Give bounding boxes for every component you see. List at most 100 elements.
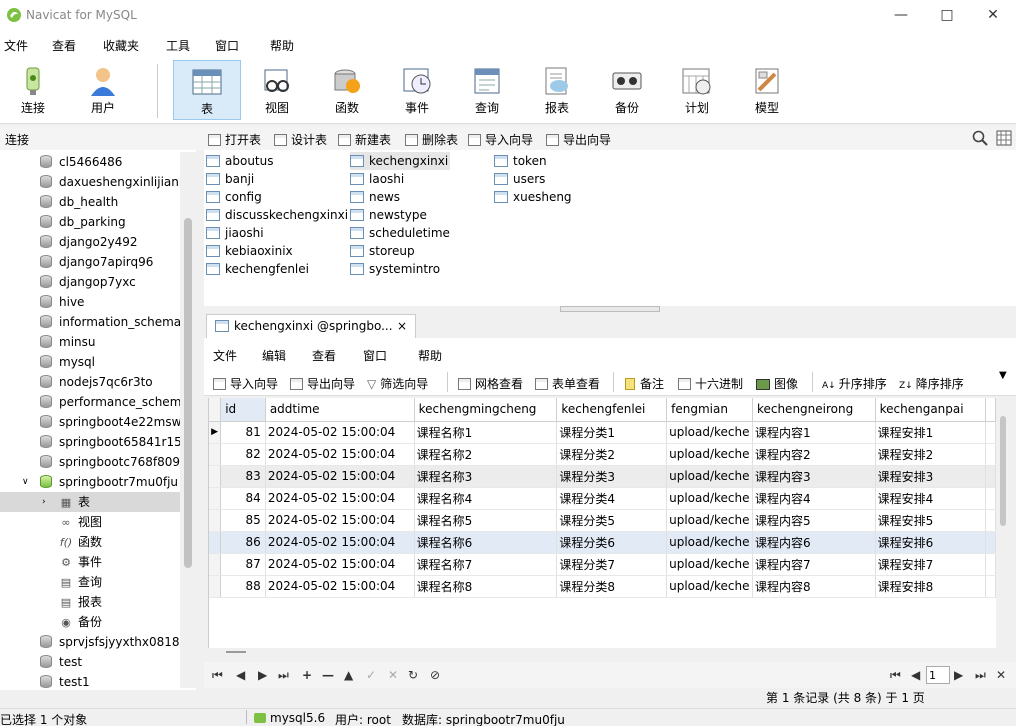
cell-kechengneirong[interactable]: 课程内容3 <box>752 465 876 488</box>
row-indicator[interactable] <box>209 465 222 488</box>
toolbar-table-button[interactable]: 表 <box>173 60 241 120</box>
cell-id[interactable]: 88 <box>220 575 266 598</box>
cell-addtime[interactable]: 2024-05-02 15:00:04 <box>265 443 415 466</box>
tree-database-item[interactable]: springboot4e22msw <box>40 412 196 432</box>
cell-addtime[interactable]: 2024-05-02 15:00:04 <box>265 553 415 576</box>
image-button[interactable]: 图像 <box>756 375 798 392</box>
row-indicator[interactable] <box>209 531 222 554</box>
cell-kechengneirong[interactable]: 课程内容7 <box>752 553 876 576</box>
toolbar-overflow-icon[interactable]: ▼ <box>999 370 1007 381</box>
last-page-icon[interactable]: ⏭ <box>975 668 986 683</box>
tree-database-item[interactable]: information_schema <box>40 312 196 332</box>
cell-fengmian[interactable]: upload/keche <box>666 487 753 510</box>
form-view-button[interactable]: 表单查看 <box>535 375 600 392</box>
tree-database-item[interactable]: springboot65841r15 <box>40 432 196 452</box>
tree-child-backup[interactable]: ◉ 备份 <box>58 612 196 632</box>
row-indicator[interactable] <box>209 443 222 466</box>
table-object-item[interactable]: newstype <box>350 206 450 224</box>
grid-import-button[interactable]: 导入向导 <box>213 375 278 392</box>
cell-kechenganpai[interactable]: 课程安排7 <box>875 553 987 576</box>
cell-kechengneirong[interactable]: 课程内容4 <box>752 487 876 510</box>
cell-fengmian[interactable]: upload/keche <box>666 443 753 466</box>
cell-addtime[interactable]: 2024-05-02 15:00:04 <box>265 531 415 554</box>
cell-kechengfenlei[interactable]: 课程分类5 <box>556 509 668 532</box>
cell-id[interactable]: 82 <box>220 443 266 466</box>
table-object-item[interactable]: kebiaoxinix <box>206 242 348 260</box>
column-header-kechengmingcheng[interactable]: kechengmingcheng <box>414 398 558 422</box>
cell-kechengmingcheng[interactable]: 课程名称1 <box>414 421 558 444</box>
toolbar-backup-button[interactable]: 备份 <box>595 60 659 120</box>
cell-kechengmingcheng[interactable]: 课程名称4 <box>414 487 558 510</box>
tree-database-item[interactable]: minsu <box>40 332 196 352</box>
delete-table-button[interactable]: 删除表 <box>405 131 458 148</box>
tree-database-item[interactable]: cl5466486 <box>40 152 196 172</box>
cell-kechengneirong[interactable]: 课程内容1 <box>752 421 876 444</box>
table-object-item[interactable]: kechengxinxi <box>350 152 450 170</box>
grid-export-button[interactable]: 导出向导 <box>290 375 355 392</box>
cell-overflow[interactable] <box>985 575 996 598</box>
cell-fengmian[interactable]: upload/keche <box>666 531 753 554</box>
row-indicator[interactable] <box>209 487 222 510</box>
export-wizard-button[interactable]: 导出向导 <box>546 131 611 148</box>
cell-overflow[interactable] <box>985 487 996 510</box>
cell-kechengmingcheng[interactable]: 课程名称3 <box>414 465 558 488</box>
sort-desc-button[interactable]: Z↓ 降序排序 <box>899 375 964 392</box>
grid-view-button[interactable]: 网格查看 <box>458 375 523 392</box>
cell-kechengmingcheng[interactable]: 课程名称2 <box>414 443 558 466</box>
toolbar-query-button[interactable]: 查询 <box>455 60 519 120</box>
row-indicator[interactable] <box>209 575 222 598</box>
cell-kechengmingcheng[interactable]: 课程名称8 <box>414 575 558 598</box>
tree-database-item[interactable]: springbootc768f809 <box>40 452 196 472</box>
cell-addtime[interactable]: 2024-05-02 15:00:04 <box>265 421 415 444</box>
page-number-input[interactable] <box>926 666 950 684</box>
new-table-button[interactable]: 新建表 <box>338 131 391 148</box>
refresh-icon[interactable]: ↻ <box>408 668 418 682</box>
cell-kechenganpai[interactable]: 课程安排4 <box>875 487 987 510</box>
maximize-button[interactable]: □ <box>924 0 970 30</box>
toolbar-function-button[interactable]: 函数 <box>315 60 379 120</box>
menu-help[interactable]: 帮助 <box>270 37 294 54</box>
table-object-item[interactable]: storeup <box>350 242 450 260</box>
cell-overflow[interactable] <box>985 421 996 444</box>
stop-icon[interactable]: ⊘ <box>430 668 440 682</box>
tree-scrollbar-thumb[interactable] <box>184 218 192 568</box>
cell-fengmian[interactable]: upload/keche <box>666 509 753 532</box>
cell-fengmian[interactable]: upload/keche <box>666 421 753 444</box>
toolbar-user-button[interactable]: 用户 <box>71 60 135 120</box>
cell-kechengfenlei[interactable]: 课程分类1 <box>556 421 668 444</box>
table-object-item[interactable]: config <box>206 188 348 206</box>
menu-tools[interactable]: 工具 <box>166 37 190 54</box>
toolbar-event-button[interactable]: 事件 <box>385 60 449 120</box>
tree-child-table[interactable]: › ▦ 表 <box>0 492 196 512</box>
tree-child-report[interactable]: ▤ 报表 <box>58 592 196 612</box>
cell-kechengneirong[interactable]: 课程内容8 <box>752 575 876 598</box>
column-header-overflow[interactable] <box>985 398 996 422</box>
table-row[interactable]: ▶ 81 2024-05-02 15:00:04 课程名称1 课程分类1 upload/k… <box>209 421 996 444</box>
table-row[interactable]: 85 2024-05-02 15:00:04 课程名称5 课程分类5 upload/ke… <box>209 509 996 532</box>
menu-file[interactable]: 文件 <box>4 37 28 54</box>
cell-fengmian[interactable]: upload/keche <box>666 575 753 598</box>
cell-kechenganpai[interactable]: 课程安排8 <box>875 575 987 598</box>
open-table-button[interactable]: 打开表 <box>208 131 261 148</box>
grid-horizontal-scrollbar[interactable] <box>208 648 996 660</box>
column-header-kechengfenlei[interactable]: kechengfenlei <box>556 398 668 422</box>
table-row[interactable]: 88 2024-05-02 15:00:04 课程名称8 课程分类8 upload/ke… <box>209 575 996 598</box>
cell-kechengfenlei[interactable]: 课程分类3 <box>556 465 668 488</box>
prev-record-icon[interactable]: ◀ <box>236 668 245 682</box>
cell-overflow[interactable] <box>985 509 996 532</box>
table-row[interactable]: 86 2024-05-02 15:00:04 课程名称6 课程分类6 upload/ke… <box>209 531 996 554</box>
cell-kechenganpai[interactable]: 课程安排3 <box>875 465 987 488</box>
table-object-item[interactable]: aboutus <box>206 152 348 170</box>
cell-kechenganpai[interactable]: 课程安排1 <box>875 421 987 444</box>
cell-overflow[interactable] <box>985 531 996 554</box>
table-row[interactable]: 82 2024-05-02 15:00:04 课程名称2 课程分类2 upload/ke… <box>209 443 996 466</box>
toolbar-report-button[interactable]: 报表 <box>525 60 589 120</box>
tab-menu-help[interactable]: 帮助 <box>418 347 442 364</box>
table-object-item[interactable]: jiaoshi <box>206 224 348 242</box>
table-object-item[interactable]: users <box>494 170 572 188</box>
tab-kechengxinxi[interactable]: kechengxinxi @springbo... × <box>206 314 416 338</box>
settings-icon[interactable]: ✕ <box>996 668 1006 682</box>
tree-database-item[interactable]: daxueshengxinlijiankang <box>40 172 196 192</box>
tree-database-item[interactable]: nodejs7qc6r3to <box>40 372 196 392</box>
table-object-item[interactable]: token <box>494 152 572 170</box>
